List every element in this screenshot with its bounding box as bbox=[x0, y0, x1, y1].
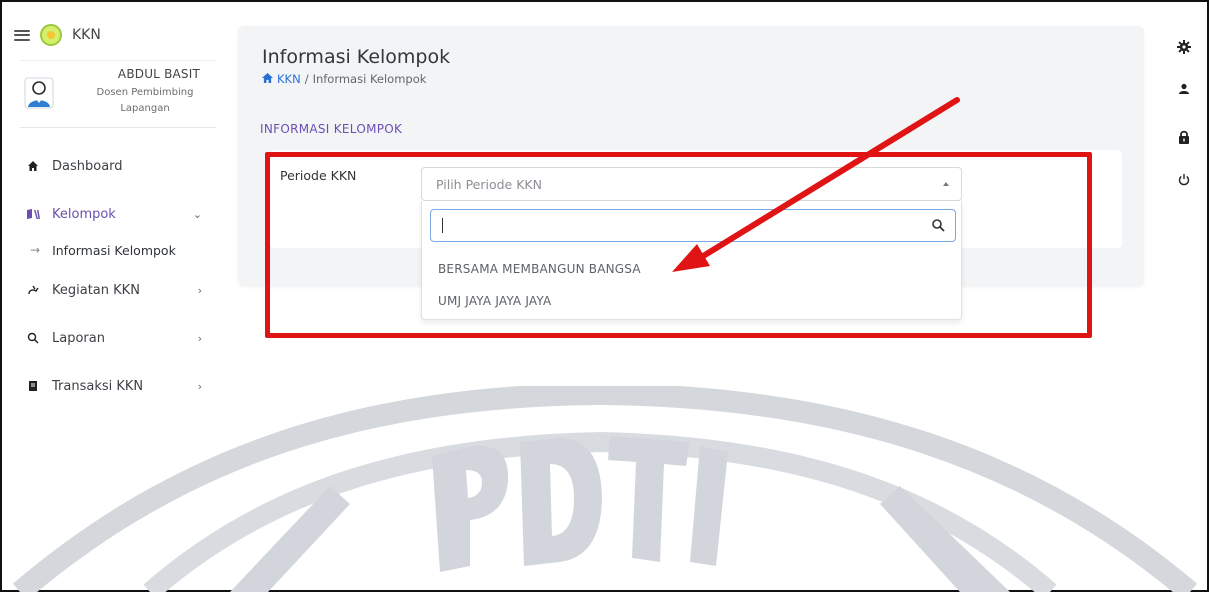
power-icon[interactable] bbox=[1172, 168, 1196, 190]
user-profile: ABDUL BASIT Dosen Pembimbing Lapangan bbox=[20, 60, 216, 128]
chevron-right-icon: › bbox=[197, 283, 202, 297]
sidebar-item-label: Laporan bbox=[52, 330, 105, 346]
chevron-right-icon: › bbox=[197, 331, 202, 345]
sidebar-item-label: Kegiatan KKN bbox=[52, 282, 140, 298]
chevron-down-icon: ⌄ bbox=[192, 207, 202, 221]
lock-icon[interactable] bbox=[1172, 126, 1196, 148]
sidebar-item-laporan[interactable]: Laporan › bbox=[2, 314, 216, 362]
periode-select[interactable]: Pilih Periode KKN bbox=[421, 167, 962, 201]
group-icon bbox=[26, 208, 40, 220]
sidebar-item-kelompok[interactable]: Kelompok ⌄ bbox=[2, 190, 216, 238]
arrow-right-icon: → bbox=[30, 243, 41, 257]
caret-up-icon bbox=[943, 182, 949, 186]
user-name: ABDUL BASIT bbox=[117, 67, 200, 81]
sidebar-nav: Dashboard Kelompok ⌄ → Informasi Kelompo… bbox=[2, 142, 216, 410]
search-icon bbox=[26, 332, 40, 344]
watermark-logo bbox=[12, 386, 1198, 592]
sidebar-item-dashboard[interactable]: Dashboard bbox=[2, 142, 216, 190]
user-icon[interactable] bbox=[1172, 78, 1196, 100]
hamburger-menu-icon[interactable] bbox=[14, 29, 30, 41]
select-placeholder: Pilih Periode KKN bbox=[436, 177, 542, 192]
app-logo bbox=[40, 24, 62, 46]
page-title: Informasi Kelompok bbox=[262, 46, 451, 68]
sidebar-item-label: Informasi Kelompok bbox=[52, 242, 176, 258]
text-cursor bbox=[442, 218, 443, 233]
search-icon bbox=[932, 219, 945, 232]
home-icon[interactable] bbox=[262, 72, 273, 86]
periode-dropdown: BERSAMA MEMBANGUN BANGSA UMJ JAYA JAYA J… bbox=[421, 201, 962, 320]
dropdown-option[interactable]: BERSAMA MEMBANGUN BANGSA bbox=[422, 253, 961, 285]
periode-label: Periode KKN bbox=[280, 168, 357, 183]
home-icon bbox=[26, 160, 40, 172]
dropdown-search[interactable] bbox=[430, 209, 956, 242]
sidebar: KKN ABDUL BASIT Dosen Pembimbing Lapanga… bbox=[2, 2, 216, 394]
breadcrumb: KKN / Informasi Kelompok bbox=[262, 72, 426, 86]
sidebar-item-label: Kelompok bbox=[52, 206, 116, 222]
section-title: INFORMASI KELOMPOK bbox=[260, 122, 403, 136]
watermark bbox=[0, 386, 1209, 592]
sidebar-header: KKN bbox=[14, 24, 101, 46]
gear-icon[interactable] bbox=[1172, 36, 1196, 58]
user-role: Dosen Pembimbing Lapangan bbox=[96, 87, 194, 114]
breadcrumb-root-link[interactable]: KKN bbox=[277, 72, 301, 86]
avatar bbox=[24, 77, 54, 109]
sidebar-item-label: Dashboard bbox=[52, 158, 123, 174]
breadcrumb-current: Informasi Kelompok bbox=[312, 72, 427, 86]
breadcrumb-separator: / bbox=[304, 72, 309, 86]
dropdown-search-input[interactable] bbox=[431, 210, 955, 241]
activity-icon bbox=[26, 284, 40, 296]
app-title: KKN bbox=[72, 27, 101, 43]
dropdown-option[interactable]: UMJ JAYA JAYA JAYA bbox=[422, 285, 961, 317]
sidebar-item-kegiatan-kkn[interactable]: Kegiatan KKN › bbox=[2, 266, 216, 314]
